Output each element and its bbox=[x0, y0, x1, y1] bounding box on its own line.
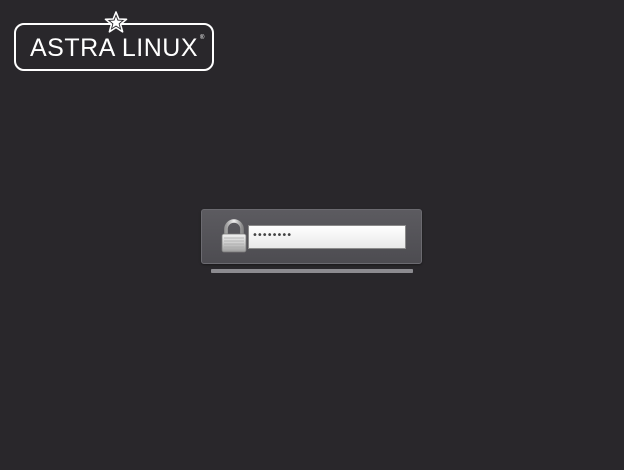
lock-icon bbox=[221, 219, 247, 253]
login-screen: ASTRA LINUX ® •••••••• bbox=[0, 0, 624, 470]
progress-bar bbox=[211, 269, 413, 273]
progress-fill bbox=[211, 269, 413, 273]
password-input[interactable]: •••••••• bbox=[248, 225, 406, 249]
login-panel: •••••••• bbox=[201, 209, 422, 264]
star-icon bbox=[104, 11, 128, 33]
registered-mark: ® bbox=[200, 35, 205, 41]
